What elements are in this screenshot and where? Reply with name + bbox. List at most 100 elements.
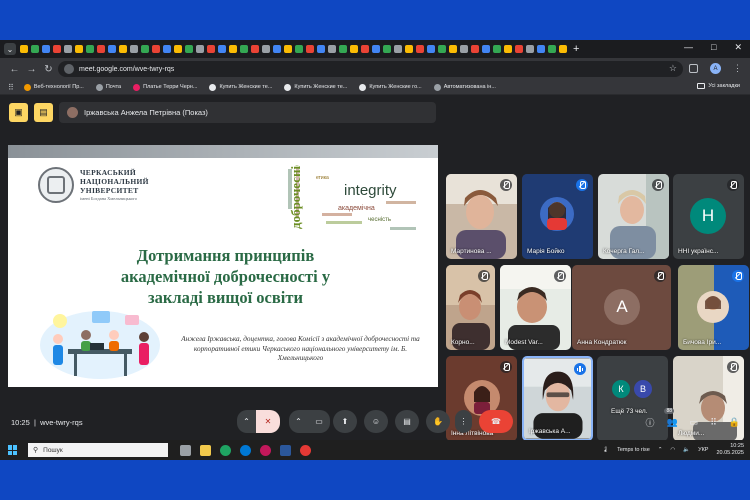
- tab-favicon-icon[interactable]: [515, 45, 523, 53]
- tab-favicon-icon[interactable]: [196, 45, 204, 53]
- bookmark-item[interactable]: Купить Женские те...: [284, 83, 347, 91]
- volume-icon[interactable]: 🔈: [683, 447, 690, 453]
- end-call-button[interactable]: ☎: [479, 410, 513, 433]
- tab-favicon-icon[interactable]: [119, 45, 127, 53]
- tab-favicon-icon[interactable]: [108, 45, 116, 53]
- tab-favicon-icon[interactable]: [350, 45, 358, 53]
- tab-favicon-icon[interactable]: [416, 45, 424, 53]
- browser-menu-icon[interactable]: ⋮: [733, 63, 742, 74]
- tab-favicon-icon[interactable]: [262, 45, 270, 53]
- site-info-icon[interactable]: [64, 64, 74, 74]
- apps-grid-icon[interactable]: ⠿: [8, 83, 14, 92]
- tab-favicon-icon[interactable]: [229, 45, 237, 53]
- mic-options-button[interactable]: ⌃: [237, 410, 256, 433]
- bookmark-item[interactable]: Платье Терри Черн...: [133, 83, 197, 91]
- tab-favicon-icon[interactable]: [97, 45, 105, 53]
- tab-favicon-icon[interactable]: [20, 45, 28, 53]
- tab-favicon-icon[interactable]: [240, 45, 248, 53]
- tab-favicon-icon[interactable]: [361, 45, 369, 53]
- tab-favicon-icon[interactable]: [295, 45, 303, 53]
- tab-favicon-icon[interactable]: [460, 45, 468, 53]
- document-icon[interactable]: ▤: [34, 103, 53, 122]
- tab-favicon-icon[interactable]: [438, 45, 446, 53]
- taskbar-search[interactable]: ⚲ Пошук: [28, 443, 168, 457]
- camera-button[interactable]: ▭: [308, 410, 330, 433]
- all-bookmarks[interactable]: Усі закладки: [697, 83, 740, 89]
- bookmark-item[interactable]: Веб-технології Пр...: [23, 83, 84, 91]
- more-options-button[interactable]: ⋮: [455, 410, 472, 433]
- tab-favicon-icon[interactable]: [372, 45, 380, 53]
- participant-tile[interactable]: Кочерга Гал...: [598, 174, 669, 259]
- info-icon[interactable]: ⓘ: [645, 416, 654, 429]
- bookmark-item[interactable]: Почта: [95, 83, 121, 91]
- tab-favicon-icon[interactable]: [251, 45, 259, 53]
- viber-icon[interactable]: [260, 444, 271, 456]
- presenter-chip[interactable]: Іржавська Анжела Петрівна (Показ): [59, 102, 436, 123]
- host-controls-icon[interactable]: 🔒: [729, 417, 740, 428]
- tab-favicon-icon[interactable]: [427, 45, 435, 53]
- tab-favicon-icon[interactable]: [493, 45, 501, 53]
- participant-tile[interactable]: Modest Var...: [500, 265, 571, 350]
- tab-favicon-icon[interactable]: [86, 45, 94, 53]
- raise-hand-button[interactable]: ✋: [426, 410, 450, 433]
- captions-button[interactable]: ▤: [395, 410, 419, 433]
- tab-favicon-icon[interactable]: [130, 45, 138, 53]
- tab-favicon-icon[interactable]: [471, 45, 479, 53]
- tab-favicon-icon[interactable]: [53, 45, 61, 53]
- clock[interactable]: 10:25 20.05.2025: [716, 443, 744, 457]
- tab-favicon-icon[interactable]: [42, 45, 50, 53]
- activities-icon[interactable]: ⠿: [710, 417, 717, 428]
- tab-favicon-icon[interactable]: [559, 45, 567, 53]
- new-tab-icon[interactable]: +: [573, 43, 579, 55]
- tab-favicon-icon[interactable]: [64, 45, 72, 53]
- tab-favicon-icon[interactable]: [174, 45, 182, 53]
- profile-avatar[interactable]: A: [710, 63, 721, 74]
- tab-favicon-icon[interactable]: [548, 45, 556, 53]
- tab-favicon-icon[interactable]: [482, 45, 490, 53]
- tab-favicon-icon[interactable]: [218, 45, 226, 53]
- bookmark-star-icon[interactable]: ☆: [669, 63, 677, 74]
- people-icon[interactable]: 88 👥: [664, 408, 678, 428]
- opera-icon[interactable]: [300, 444, 311, 456]
- tab-favicon-icon[interactable]: [75, 45, 83, 53]
- tab-favicon-icon[interactable]: [31, 45, 39, 53]
- tab-favicon-icon[interactable]: [306, 45, 314, 53]
- bookmark-item[interactable]: Купить Женские го...: [359, 83, 422, 91]
- file-explorer-icon[interactable]: [200, 444, 211, 456]
- tab-search-icon[interactable]: ⌄: [4, 43, 16, 55]
- reload-icon[interactable]: ↻: [40, 64, 57, 75]
- tab-favicon-icon[interactable]: [273, 45, 281, 53]
- edge-icon[interactable]: [240, 444, 251, 456]
- tab-favicon-icon[interactable]: [141, 45, 149, 53]
- tab-favicon-icon[interactable]: [394, 45, 402, 53]
- presentation-icon[interactable]: ▣: [9, 103, 28, 122]
- back-icon[interactable]: ←: [6, 64, 23, 75]
- chrome-icon[interactable]: [220, 444, 231, 456]
- tab-favicon-icon[interactable]: [383, 45, 391, 53]
- participant-tile[interactable]: Н ННІ українс...: [673, 174, 744, 259]
- extensions-icon[interactable]: [689, 64, 698, 73]
- participant-tile[interactable]: А Анна Кондратюк: [572, 265, 671, 350]
- emoji-button[interactable]: ☺: [364, 410, 388, 433]
- tab-favicon-icon[interactable]: [152, 45, 160, 53]
- forward-icon[interactable]: →: [23, 64, 40, 75]
- tab-favicon-icon[interactable]: [526, 45, 534, 53]
- tab-favicon-icon[interactable]: [328, 45, 336, 53]
- maximize-icon[interactable]: □: [711, 42, 716, 53]
- tab-favicon-icon[interactable]: [537, 45, 545, 53]
- wifi-icon[interactable]: ◠: [670, 447, 675, 453]
- weather-label[interactable]: Temps to rise: [617, 447, 650, 453]
- tab-favicon-icon[interactable]: [284, 45, 292, 53]
- mic-off-button[interactable]: ✕: [256, 410, 280, 433]
- participant-tile[interactable]: Корно...: [446, 265, 495, 350]
- tab-favicon-icon[interactable]: [185, 45, 193, 53]
- tab-favicon-icon[interactable]: [449, 45, 457, 53]
- address-bar[interactable]: meet.google.com/wve-twry-rqs ☆: [58, 61, 683, 77]
- tab-favicon-icon[interactable]: [339, 45, 347, 53]
- bookmark-item[interactable]: Автоматизована ін...: [433, 83, 496, 91]
- task-view-icon[interactable]: [180, 444, 191, 456]
- participant-tile[interactable]: Мартинова ...: [446, 174, 517, 259]
- tab-favicon-icon[interactable]: [405, 45, 413, 53]
- present-screen-button[interactable]: ⬆: [333, 410, 357, 433]
- tab-favicon-icon[interactable]: [317, 45, 325, 53]
